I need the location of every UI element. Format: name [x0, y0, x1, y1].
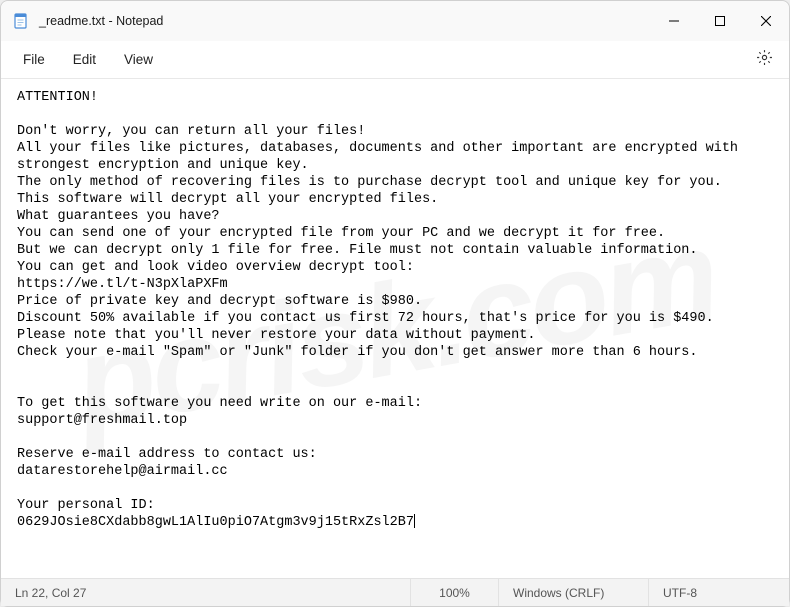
text-editor-area[interactable]: pcrisk.comATTENTION! Don't worry, you ca… [1, 79, 789, 578]
document-text: ATTENTION! Don't worry, you can return a… [17, 90, 738, 530]
menu-file[interactable]: File [9, 46, 59, 73]
menubar: File Edit View [1, 41, 789, 79]
notepad-icon [13, 13, 29, 29]
status-line-ending: Windows (CRLF) [499, 579, 649, 606]
window-title: _readme.txt - Notepad [39, 14, 651, 28]
notepad-window: _readme.txt - Notepad File Edit View [0, 0, 790, 607]
menu-edit[interactable]: Edit [59, 46, 110, 73]
text-caret [414, 514, 415, 528]
titlebar: _readme.txt - Notepad [1, 1, 789, 41]
minimize-button[interactable] [651, 1, 697, 41]
status-encoding: UTF-8 [649, 579, 789, 606]
status-cursor-position: Ln 22, Col 27 [1, 579, 411, 606]
maximize-button[interactable] [697, 1, 743, 41]
window-controls [651, 1, 789, 41]
menu-view[interactable]: View [110, 46, 167, 73]
status-zoom[interactable]: 100% [411, 579, 499, 606]
settings-button[interactable] [747, 43, 781, 77]
gear-icon [756, 49, 773, 71]
close-button[interactable] [743, 1, 789, 41]
statusbar: Ln 22, Col 27 100% Windows (CRLF) UTF-8 [1, 578, 789, 606]
